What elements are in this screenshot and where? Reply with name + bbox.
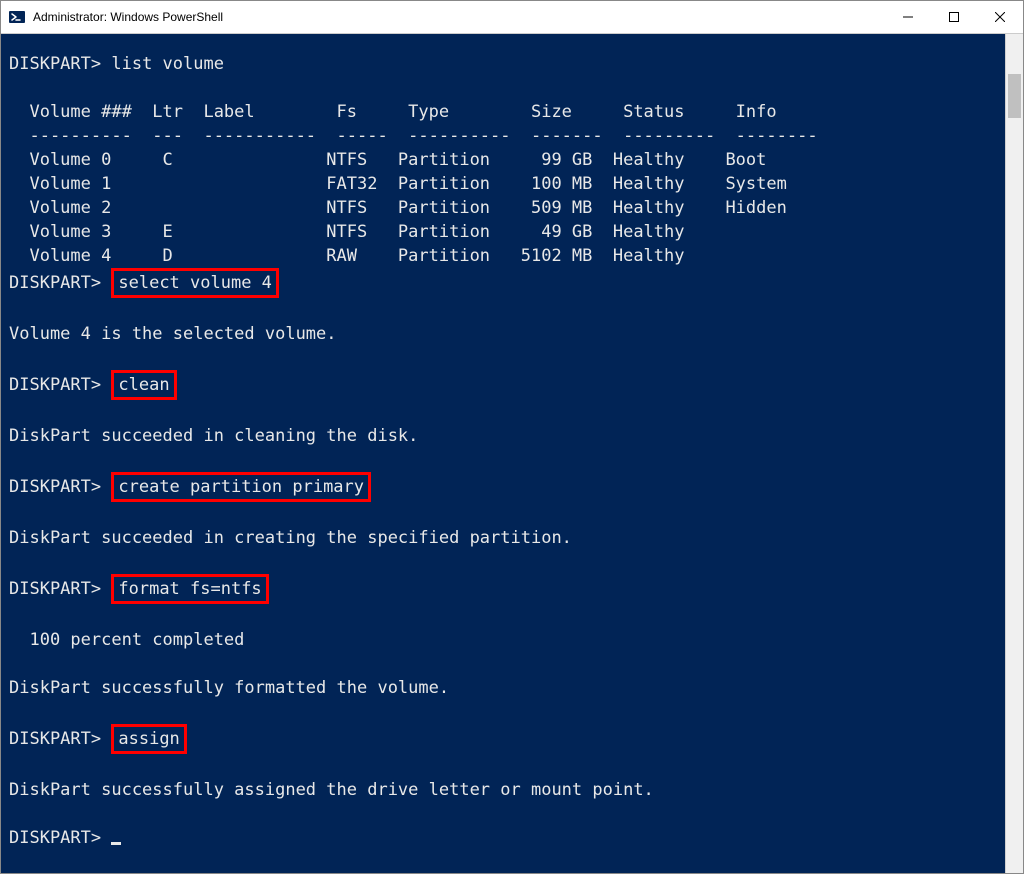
msg-clean-ok: DiskPart succeeded in cleaning the disk. — [9, 426, 418, 446]
cmd-create-partition: create partition primary — [111, 472, 371, 502]
app-icon — [3, 3, 31, 31]
cursor — [111, 842, 121, 845]
terminal-output[interactable]: DISKPART> list volume Volume ### Ltr Lab… — [1, 34, 1006, 873]
window-title: Administrator: Windows PowerShell — [31, 10, 223, 24]
msg-assign-ok: DiskPart successfully assigned the drive… — [9, 780, 654, 800]
cmd-assign: assign — [111, 724, 186, 754]
cmd-list-volume: list volume — [111, 54, 224, 74]
window-controls — [885, 1, 1023, 33]
cmd-select-volume: select volume 4 — [111, 268, 279, 298]
prompt: DISKPART> — [9, 579, 101, 599]
volume-table-header: Volume ### Ltr Label Fs Type Size Status… — [9, 102, 818, 122]
prompt: DISKPART> — [9, 273, 101, 293]
volume-table-rows: Volume 0 C NTFS Partition 99 GB Healthy … — [9, 150, 807, 266]
msg-selected: Volume 4 is the selected volume. — [9, 324, 337, 344]
cmd-format: format fs=ntfs — [111, 574, 268, 604]
prompt: DISKPART> — [9, 828, 101, 848]
scroll-thumb[interactable] — [1008, 74, 1021, 118]
prompt: DISKPART> — [9, 375, 101, 395]
msg-format-ok: DiskPart successfully formatted the volu… — [9, 678, 449, 698]
titlebar[interactable]: Administrator: Windows PowerShell — [1, 1, 1023, 34]
powershell-window: Administrator: Windows PowerShell DISKPA… — [0, 0, 1024, 874]
prompt: DISKPART> — [9, 477, 101, 497]
volume-table-separator: ---------- --- ----------- ----- -------… — [9, 126, 818, 146]
cmd-clean: clean — [111, 370, 176, 400]
prompt: DISKPART> — [9, 54, 101, 74]
maximize-button[interactable] — [931, 1, 977, 33]
msg-progress: 100 percent completed — [9, 630, 244, 650]
vertical-scrollbar[interactable] — [1005, 34, 1023, 873]
msg-create-ok: DiskPart succeeded in creating the speci… — [9, 528, 572, 548]
prompt: DISKPART> — [9, 729, 101, 749]
minimize-button[interactable] — [885, 1, 931, 33]
terminal-client-area: DISKPART> list volume Volume ### Ltr Lab… — [1, 34, 1023, 873]
close-button[interactable] — [977, 1, 1023, 33]
